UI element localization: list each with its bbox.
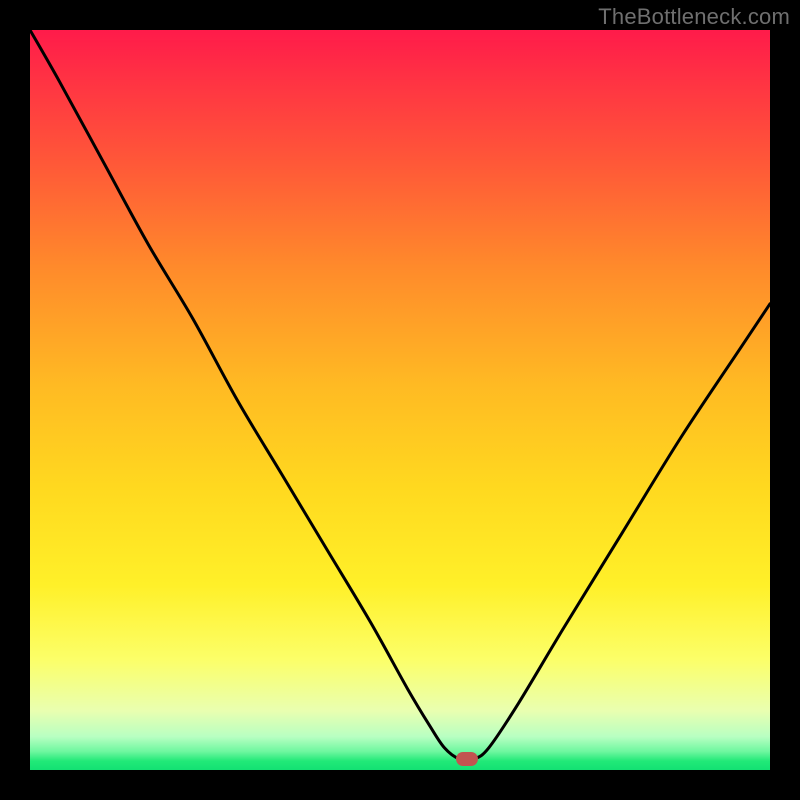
curve-svg [30,30,770,770]
optimum-marker [456,752,478,766]
plot-area [30,30,770,770]
bottleneck-curve [30,30,770,760]
chart-frame: TheBottleneck.com [0,0,800,800]
watermark-text: TheBottleneck.com [598,4,790,30]
